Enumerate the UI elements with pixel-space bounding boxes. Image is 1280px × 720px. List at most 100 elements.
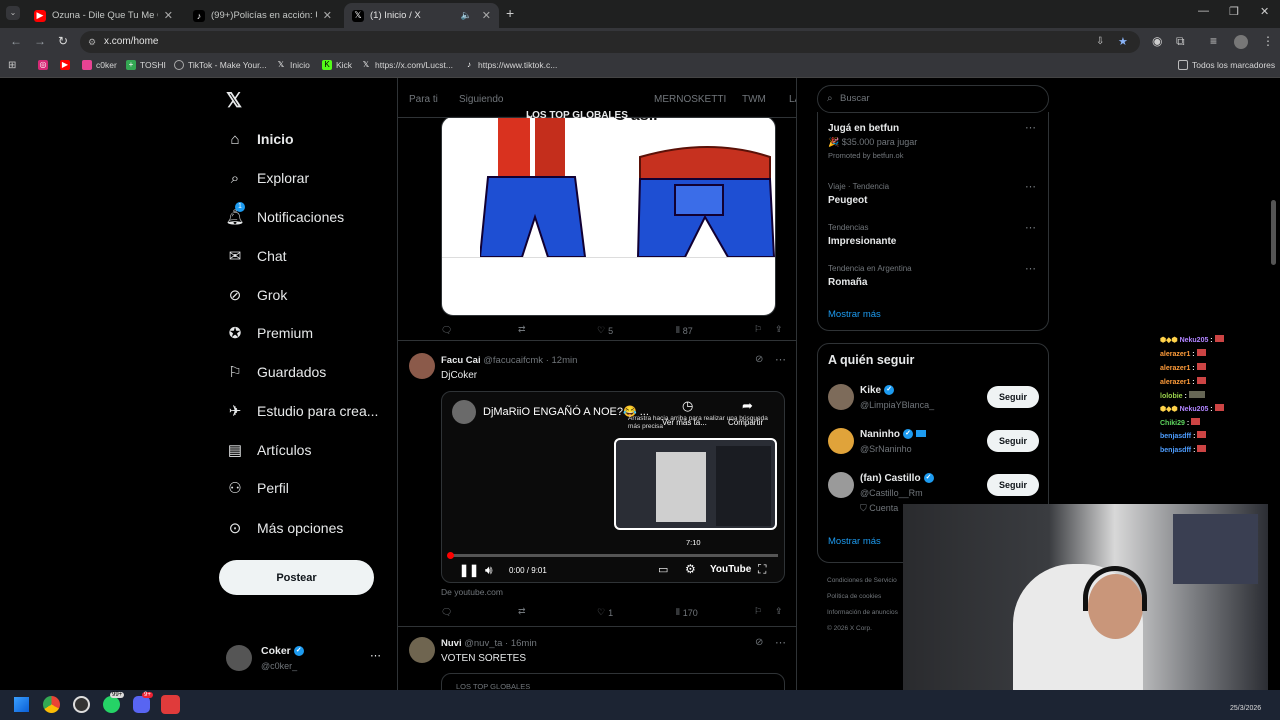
minimize-button[interactable]: —: [1198, 5, 1209, 17]
trend-item[interactable]: Tendencias Impresionante: [828, 223, 896, 247]
user-name[interactable]: (fan) Castillo ✓: [860, 473, 934, 484]
more-icon[interactable]: ⋯: [1025, 221, 1037, 234]
post-time[interactable]: · 16min: [505, 638, 537, 649]
nav-bookmarks[interactable]: ⚐ Guardados: [226, 363, 326, 381]
new-tab-button[interactable]: +: [506, 5, 514, 21]
views-button[interactable]: ⫴ 170: [676, 607, 698, 618]
star-icon[interactable]: ★: [1118, 31, 1128, 53]
author-name[interactable]: Facu Cai: [441, 355, 481, 366]
chrome-icon[interactable]: [43, 696, 60, 713]
tab-la[interactable]: LA: [789, 94, 796, 105]
reply-button[interactable]: 🗨︎: [441, 607, 452, 618]
follow-show-more[interactable]: Mostrar más: [828, 536, 881, 547]
close-icon[interactable]: ✕: [323, 9, 332, 22]
clock-icon[interactable]: ◷: [682, 398, 693, 414]
quoted-community[interactable]: LOS TOP GLOBALES: [441, 673, 785, 690]
trend-item[interactable]: Tendencia en Argentina Romaña: [828, 264, 912, 288]
progress-track[interactable]: [447, 552, 778, 559]
tab-x[interactable]: 𝕏 (1) Inicio / X 🔈 ✕: [344, 3, 499, 28]
scrollbar-thumb[interactable]: [1271, 200, 1276, 265]
site-info-icon[interactable]: ⚙: [88, 31, 96, 53]
settings-icon[interactable]: ⚙: [685, 562, 696, 576]
tab-for-you[interactable]: Para ti: [409, 94, 438, 105]
channel-avatar[interactable]: [452, 400, 476, 424]
trends-show-more[interactable]: Mostrar más: [828, 309, 881, 320]
fullscreen-icon[interactable]: ⛶: [758, 562, 766, 577]
share-button[interactable]: ⇪: [775, 324, 783, 335]
author-handle[interactable]: @facucaifcmk: [483, 355, 543, 366]
follow-button[interactable]: Seguir: [987, 430, 1039, 452]
bookmark-x-lucst[interactable]: 𝕏https://x.com/Lucst...: [361, 60, 453, 70]
video-title[interactable]: DjMaRiiO ENGAÑÓ A NOE?😂 ...: [483, 405, 649, 418]
author-handle[interactable]: @nuv_ta: [464, 638, 502, 649]
footer-tos[interactable]: Condiciones de Servicio: [827, 573, 898, 589]
captions-icon[interactable]: ▭: [658, 563, 668, 576]
views-button[interactable]: ⫴ 87: [676, 325, 693, 336]
avatar[interactable]: [409, 353, 435, 379]
tab-following[interactable]: Siguiendo: [459, 94, 503, 105]
youtube-bookmark-icon[interactable]: ▶: [60, 60, 74, 70]
trend-item[interactable]: Viaje · Tendencia Peugeot: [828, 182, 889, 206]
more-icon[interactable]: ⋯: [1025, 121, 1037, 134]
nav-notifications[interactable]: 🔔︎ 1 Notificaciones: [225, 202, 344, 226]
follow-button[interactable]: Seguir: [987, 474, 1039, 496]
tab-tiktok[interactable]: ♪ (99+)Policías en acción: Un vist... ✕: [185, 3, 340, 28]
forward-icon[interactable]: →: [34, 34, 46, 48]
account-switcher[interactable]: Coker ✓ @c0ker_ ⋯: [226, 643, 386, 675]
bookmark-toshi[interactable]: + TOSHI: [126, 60, 166, 70]
address-bar[interactable]: ⚙ x.com/home ⇩ ★: [80, 31, 1140, 53]
nav-articles[interactable]: ▤ Artículos: [226, 441, 312, 459]
user-name[interactable]: Kike ✓: [860, 385, 895, 396]
user-handle[interactable]: @LimpiaYBlanca_: [860, 400, 934, 410]
share-arrow-icon[interactable]: ➦: [742, 398, 753, 414]
restore-button[interactable]: ❐: [1229, 5, 1239, 18]
media-icon[interactable]: ≡: [1210, 34, 1217, 48]
repost-button[interactable]: ⇄: [518, 324, 526, 335]
avatar[interactable]: [828, 384, 854, 410]
trend-ad[interactable]: Jugá en betfun 🎉 $35.000 para jugar Prom…: [828, 123, 917, 160]
like-button[interactable]: ♡ 1: [597, 607, 613, 618]
footer-ads[interactable]: Información de anuncios: [827, 605, 898, 621]
search-input[interactable]: ⌕ Buscar: [817, 85, 1049, 113]
all-bookmarks[interactable]: Todos los marcadores: [1178, 60, 1275, 70]
nav-home[interactable]: ⌂ Inicio: [226, 130, 293, 148]
footer-cookies[interactable]: Política de cookies: [827, 589, 898, 605]
close-icon[interactable]: ✕: [482, 9, 491, 22]
extension-icon[interactable]: ◉: [1152, 34, 1162, 48]
link-source[interactable]: De youtube.com: [441, 587, 503, 597]
streaming-app-icon[interactable]: [161, 695, 180, 714]
more-icon[interactable]: ⋯: [775, 636, 786, 649]
nav-grok[interactable]: ⊘ Grok: [226, 286, 288, 304]
apps-icon[interactable]: ⊞: [8, 60, 16, 71]
author-name[interactable]: Nuvi: [441, 638, 462, 649]
tab-mernosketti[interactable]: MERNOSKETTI: [654, 94, 726, 105]
install-icon[interactable]: ⇩: [1096, 31, 1104, 53]
pause-icon[interactable]: ❚❚: [459, 563, 479, 577]
meme-image[interactable]: O así.: [441, 116, 776, 316]
x-logo[interactable]: 𝕏: [226, 88, 242, 113]
user-handle[interactable]: @Castillo__Rm: [860, 488, 923, 498]
tab-twm[interactable]: TWM: [742, 94, 766, 105]
repost-button[interactable]: ⇄: [518, 606, 526, 617]
discord-icon[interactable]: [133, 696, 150, 713]
nav-more[interactable]: ⊙ Más opciones: [226, 519, 344, 537]
youtube-logo[interactable]: YouTube: [710, 564, 751, 575]
video-player[interactable]: DjMaRiiO ENGAÑÓ A NOE?😂 ... ◷ Ver más ta…: [441, 391, 785, 583]
bookmark-tiktok[interactable]: TikTok - Make Your...: [174, 60, 267, 70]
more-icon[interactable]: ⋯: [1025, 180, 1037, 193]
bookmark-inicio[interactable]: 𝕏 Inicio: [276, 60, 310, 70]
tab-search-icon[interactable]: ⌄: [6, 6, 20, 20]
nav-explore[interactable]: ⌕ Explorar: [226, 169, 309, 187]
bookmark-kick[interactable]: K Kick: [322, 60, 352, 70]
more-icon[interactable]: ⋯: [775, 353, 786, 366]
back-icon[interactable]: ←: [10, 34, 22, 48]
instagram-icon[interactable]: ◎: [38, 60, 52, 70]
windows-start-icon[interactable]: [14, 697, 29, 712]
volume-icon[interactable]: 🔊︎: [485, 563, 493, 578]
puzzle-icon[interactable]: ⧉: [1176, 34, 1185, 49]
reload-icon[interactable]: ↻: [58, 34, 68, 48]
post-button[interactable]: Postear: [219, 560, 374, 595]
more-icon[interactable]: ⋯: [370, 649, 381, 662]
bookmark-tiktok-url[interactable]: ♪ https://www.tiktok.c...: [464, 60, 557, 70]
obs-icon[interactable]: [73, 696, 90, 713]
